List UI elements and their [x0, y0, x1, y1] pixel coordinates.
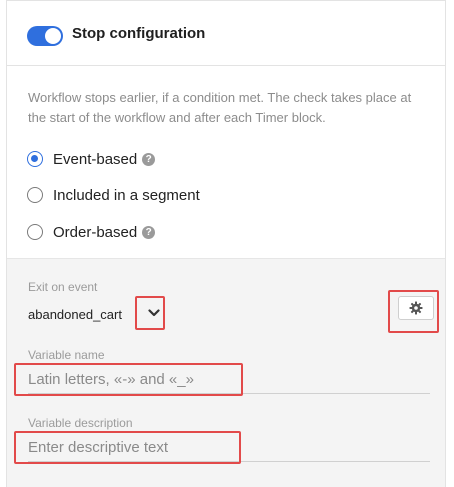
- description-text: Workflow stops earlier, if a condition m…: [28, 90, 412, 125]
- gear-icon: [409, 301, 423, 315]
- help-icon[interactable]: ?: [142, 225, 156, 239]
- radio-event-based[interactable]: Event-based ?: [27, 147, 156, 171]
- radio-button[interactable]: [27, 224, 43, 240]
- variable-name-input[interactable]: [28, 366, 430, 394]
- exit-event-value[interactable]: abandoned_cart: [28, 307, 122, 322]
- radio-button[interactable]: [27, 187, 43, 203]
- radio-label: Order-based: [53, 223, 138, 241]
- event-settings-button[interactable]: [398, 296, 434, 320]
- variable-name-label: Variable name: [28, 348, 105, 362]
- chevron-down-icon: [148, 309, 160, 317]
- radio-included-in-segment[interactable]: Included in a segment: [27, 183, 200, 207]
- help-icon[interactable]: ?: [142, 152, 156, 166]
- event-dropdown-button[interactable]: [142, 301, 166, 325]
- exit-on-event-label: Exit on event: [28, 280, 98, 294]
- panel-title: Stop configuration: [72, 25, 206, 42]
- radio-button[interactable]: [27, 151, 43, 167]
- radio-label: Event-based: [53, 150, 138, 168]
- variable-description-label: Variable description: [28, 416, 133, 430]
- panel-header: Stop configuration: [7, 0, 445, 66]
- variable-description-input[interactable]: [28, 434, 430, 462]
- stop-configuration-toggle[interactable]: [27, 26, 63, 46]
- stop-configuration-panel: Stop configuration Workflow stops earlie…: [6, 0, 446, 487]
- radio-order-based[interactable]: Order-based ?: [27, 220, 156, 244]
- radio-label: Included in a segment: [53, 186, 200, 204]
- toggle-knob: [45, 28, 61, 44]
